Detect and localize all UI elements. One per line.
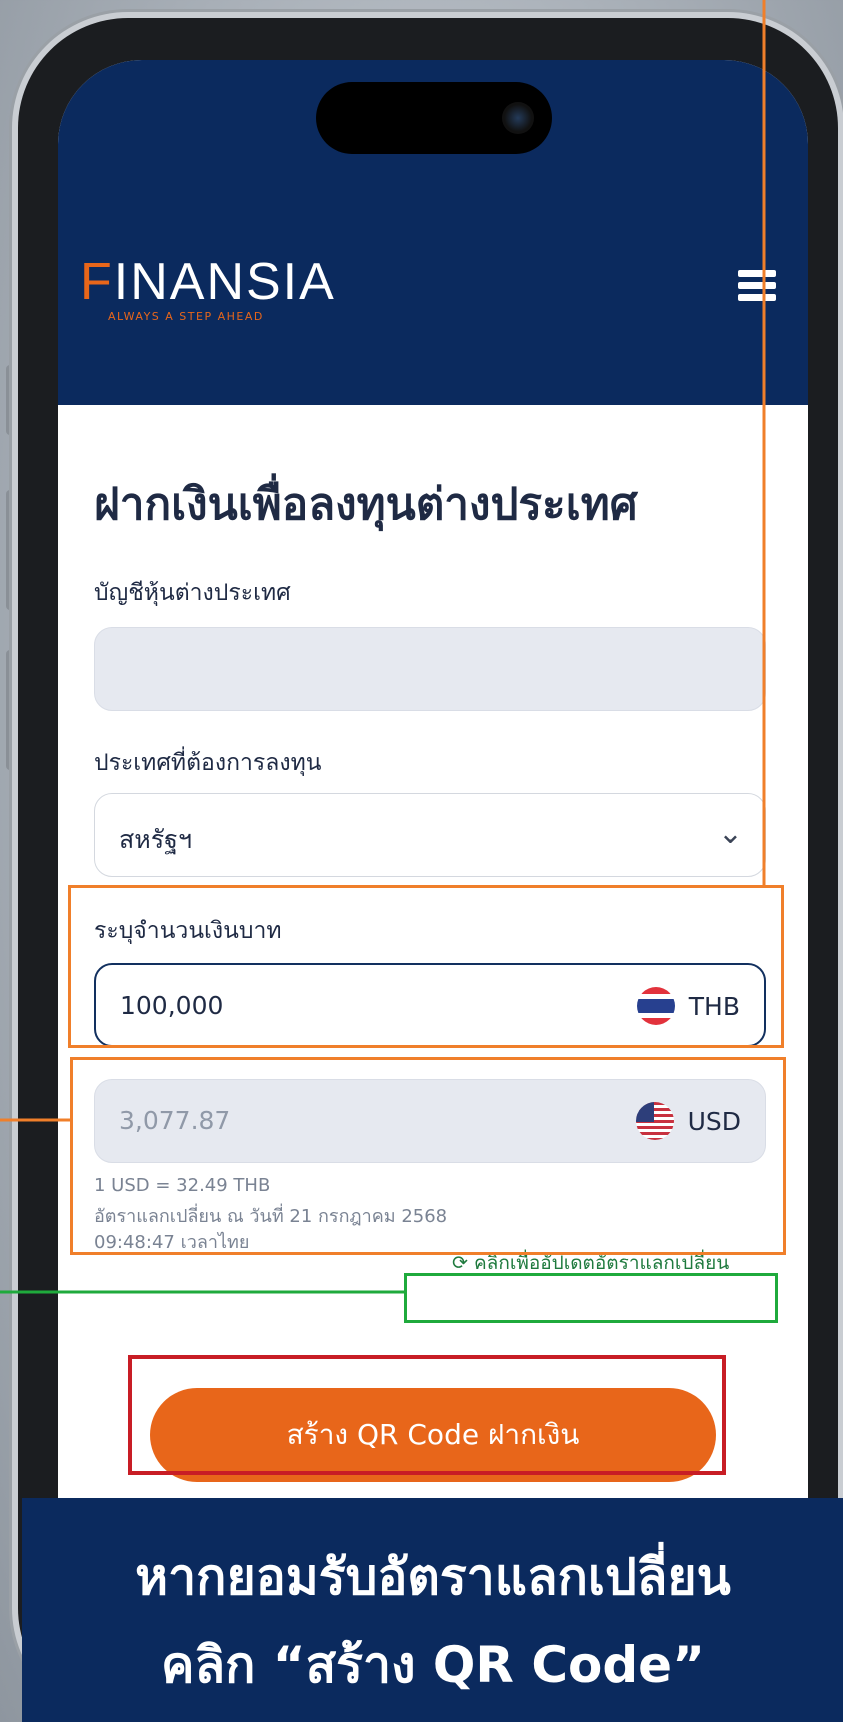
logo-wordmark: INANSIA xyxy=(113,253,336,311)
country-value: สหรัฐฯ xyxy=(119,825,192,854)
app-header: FINANSIA ALWAYS A STEP AHEAD xyxy=(58,60,808,405)
button-highlight-box xyxy=(128,1355,726,1475)
logo-tagline: ALWAYS A STEP AHEAD xyxy=(108,310,264,323)
refresh-icon: ⟳ xyxy=(452,1252,468,1274)
phone-volume-down xyxy=(6,650,16,770)
conversion-highlight-box xyxy=(70,1057,786,1255)
country-select[interactable]: สหรัฐฯ ⌄ xyxy=(94,793,766,877)
page-title: ฝากเงินเพื่อลงทุนต่างประเทศ xyxy=(94,479,638,530)
banner-line-1: หากยอมรับอัตราแลกเปลี่ยน xyxy=(135,1548,731,1606)
camera-icon xyxy=(502,102,534,134)
amount-highlight-box xyxy=(68,885,784,1048)
dynamic-island xyxy=(316,82,552,154)
logo-initial: F xyxy=(80,253,114,311)
finansia-logo: FINANSIA ALWAYS A STEP AHEAD xyxy=(80,256,336,323)
country-label: ประเทศที่ต้องการลงทุน xyxy=(94,750,322,776)
banner-line-2: คลิก “สร้าง QR Code” xyxy=(161,1636,705,1694)
account-label: บัญชีหุ้นต่างประเทศ xyxy=(94,580,291,606)
account-field[interactable] xyxy=(94,627,766,711)
phone-side-button xyxy=(6,365,16,435)
phone-volume-up xyxy=(6,490,16,610)
refresh-label: คลิกเพื่ออัปเดตอัตราแลกเปลี่ยน xyxy=(473,1252,730,1274)
instruction-banner: หากยอมรับอัตราแลกเปลี่ยน คลิก “สร้าง QR … xyxy=(22,1498,843,1722)
chevron-down-icon: ⌄ xyxy=(717,816,743,851)
hamburger-icon[interactable] xyxy=(738,270,776,302)
refresh-highlight-box xyxy=(404,1273,778,1323)
